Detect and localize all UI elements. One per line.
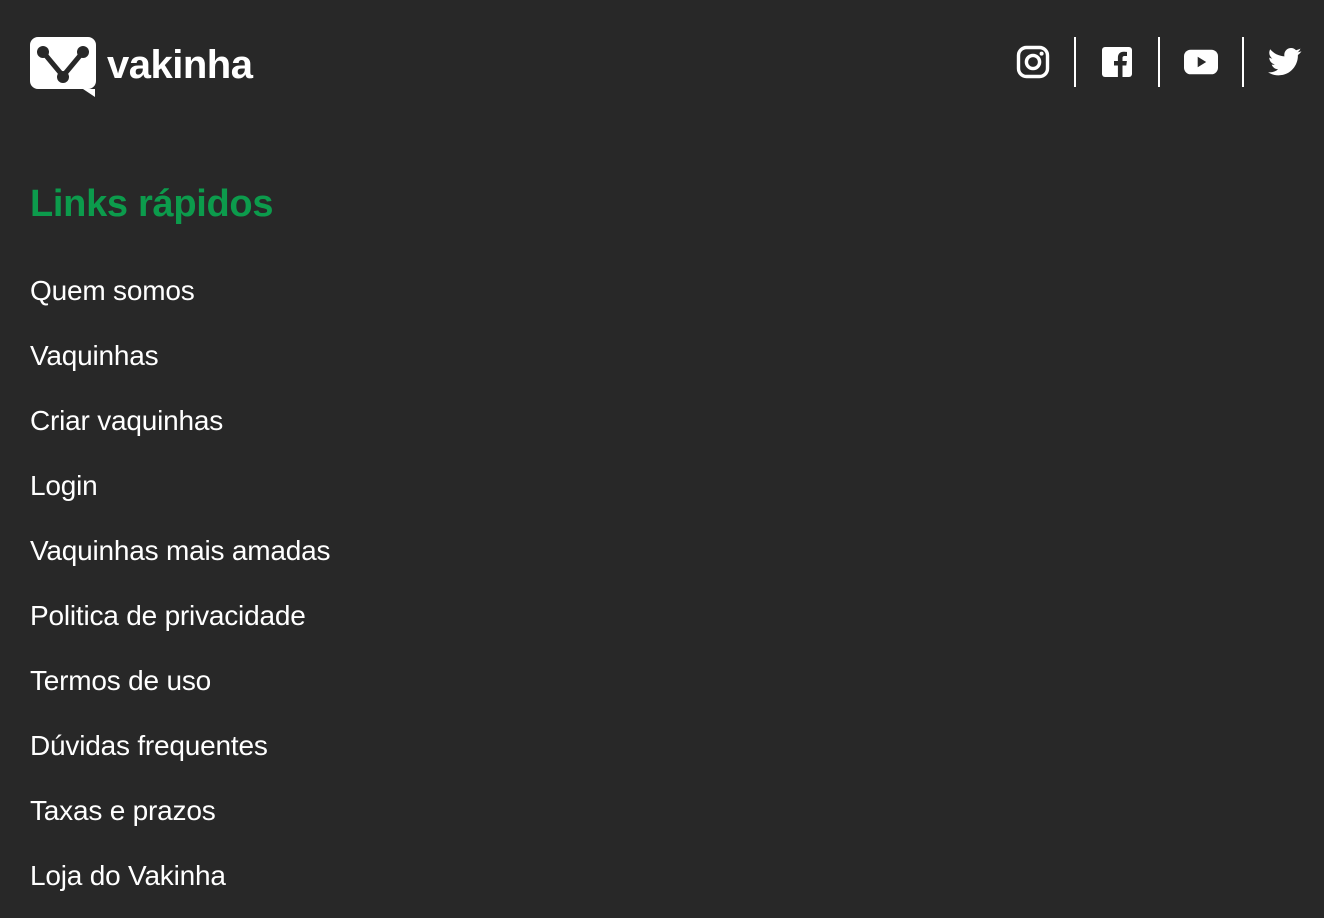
link-politica-de-privacidade[interactable]: Politica de privacidade [30,600,306,632]
list-item: Termos de uso [30,658,330,703]
link-quem-somos[interactable]: Quem somos [30,275,195,307]
twitter-icon [1268,47,1302,76]
list-item: Criar vaquinhas [30,398,330,443]
link-taxas-e-prazos[interactable]: Taxas e prazos [30,795,216,827]
link-vaquinhas[interactable]: Vaquinhas [30,340,159,372]
social-links [1016,37,1302,87]
list-item: Politica de privacidade [30,593,330,638]
youtube-link[interactable] [1184,37,1218,87]
list-item: Vaquinhas mais amadas [30,528,331,573]
quick-links-heading: Links rápidos [30,183,274,225]
list-item: Vaquinhas [30,333,330,378]
quick-links-list: Quem somos Vaquinhas Criar vaquinhas Log… [30,268,331,918]
list-item: Loja do Vakinha [30,853,330,898]
facebook-icon [1102,47,1132,77]
list-item: Dúvidas frequentes [30,723,330,768]
social-divider [1242,37,1244,87]
link-duvidas-frequentes[interactable]: Dúvidas frequentes [30,730,268,762]
brand-logo-link[interactable]: vakinha [30,37,253,97]
list-item: Taxas e prazos [30,788,330,833]
social-divider [1074,37,1076,87]
vakinha-logo-icon [30,37,96,97]
brand-name: vakinha [107,43,253,87]
link-termos-de-uso[interactable]: Termos de uso [30,665,211,697]
link-login[interactable]: Login [30,470,98,502]
link-vaquinhas-mais-amadas[interactable]: Vaquinhas mais amadas [30,535,331,567]
link-criar-vaquinhas[interactable]: Criar vaquinhas [30,405,223,437]
instagram-link[interactable] [1016,37,1050,87]
social-divider [1158,37,1160,87]
instagram-icon [1016,45,1050,79]
link-loja-do-vakinha[interactable]: Loja do Vakinha [30,860,226,892]
list-item: Login [30,463,330,508]
twitter-link[interactable] [1268,37,1302,87]
site-footer: vakinha Links rápidos Quem somos Vaquinh… [0,0,1324,918]
youtube-icon [1184,49,1218,75]
facebook-link[interactable] [1100,37,1134,87]
list-item: Quem somos [30,268,330,313]
